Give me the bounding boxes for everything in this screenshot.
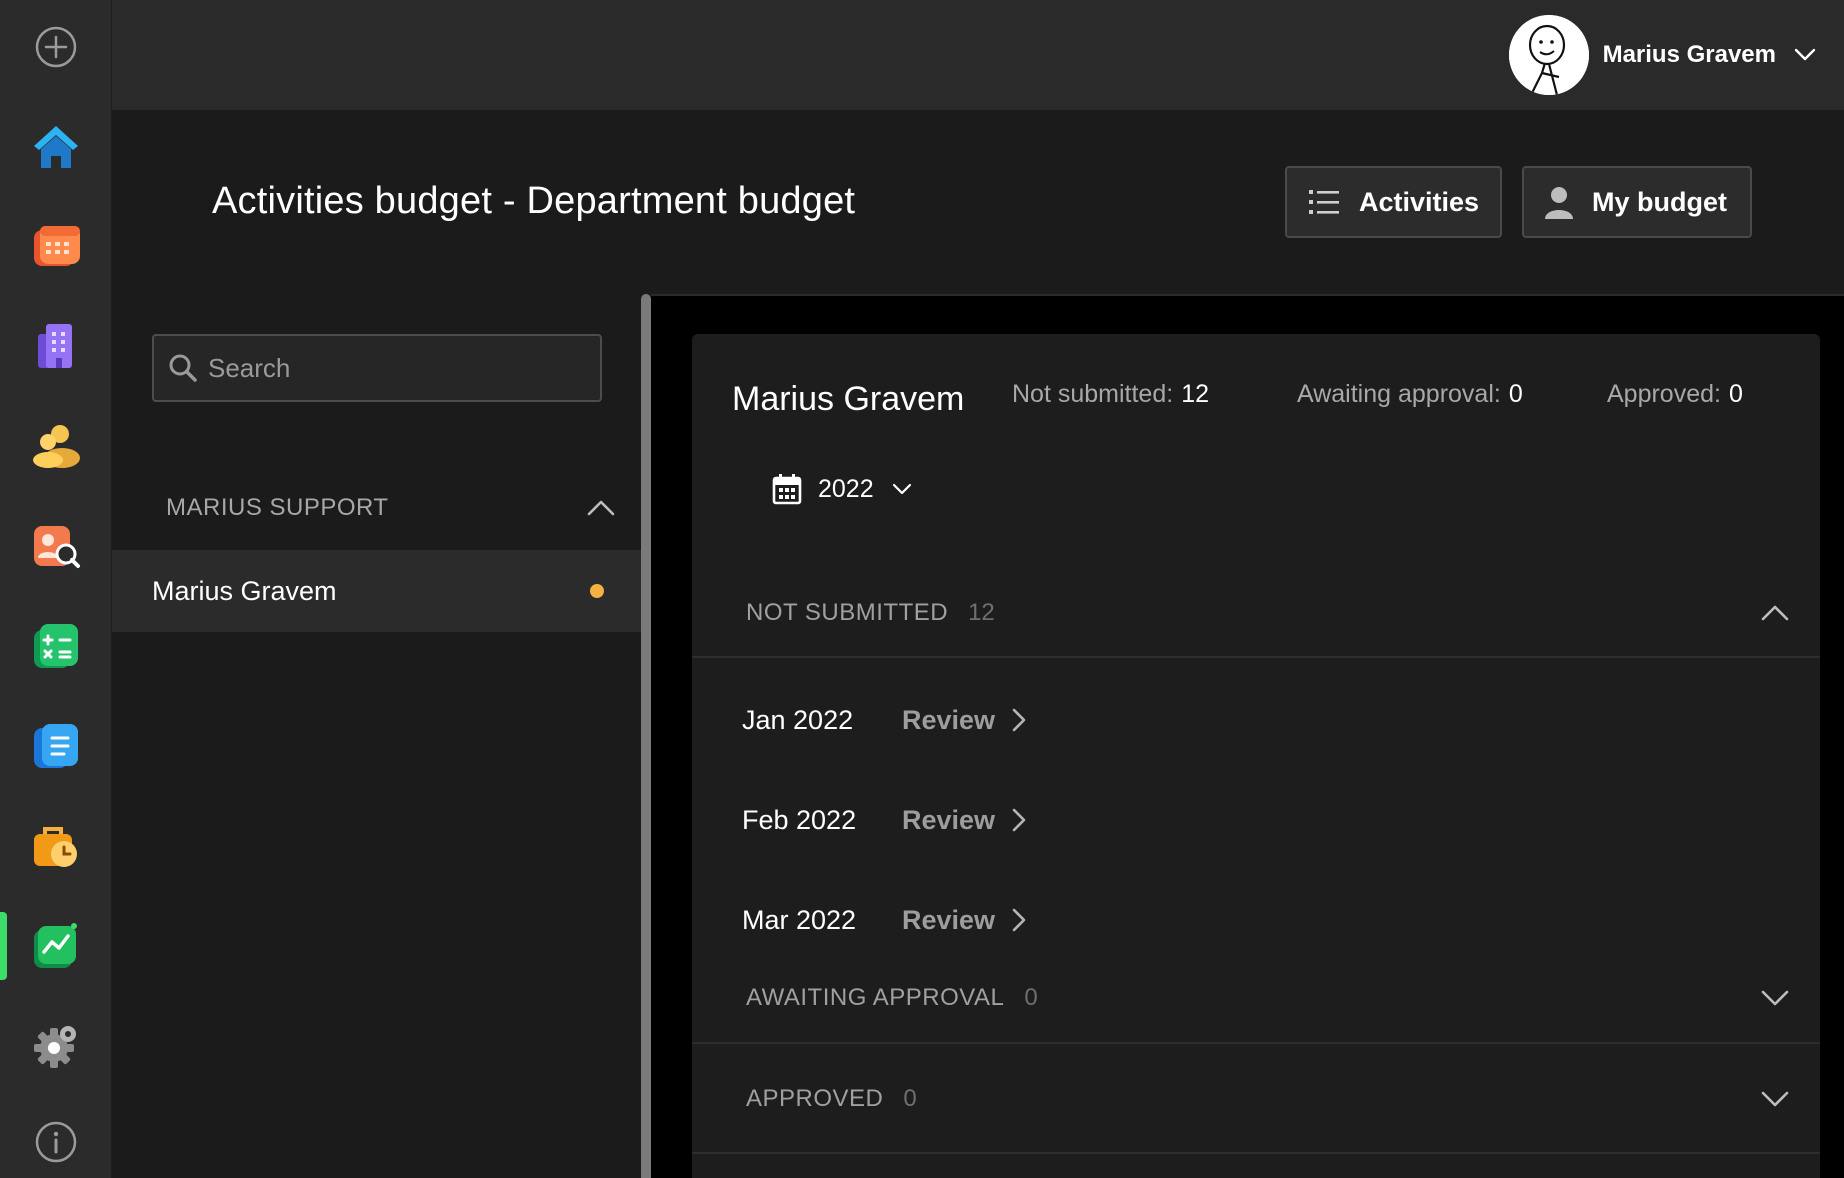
search-box[interactable] — [152, 334, 602, 402]
briefcase-clock-icon[interactable] — [26, 816, 86, 876]
chevron-down-icon — [1794, 48, 1816, 61]
calendar-icon[interactable] — [26, 216, 86, 276]
approved-section-header[interactable]: APPROVED 0 — [692, 1046, 1820, 1154]
month-row: Jan 2022 Review — [742, 690, 1027, 750]
not-submitted-value: 12 — [1181, 380, 1209, 408]
home-icon[interactable] — [26, 116, 86, 176]
person-icon — [1545, 187, 1573, 219]
avatar — [1508, 15, 1589, 95]
search-input[interactable] — [208, 352, 588, 384]
section-count: 12 — [968, 599, 995, 626]
list-icon — [1309, 190, 1339, 214]
approved-value: 0 — [1728, 380, 1743, 408]
awaiting-approval-label: Awaiting approval: — [1297, 380, 1501, 408]
page-title: Activities budget - Department budget — [212, 180, 856, 222]
approved-stat: Approved: 0 — [1607, 380, 1743, 409]
app-rail — [0, 0, 112, 1178]
approved-label: Approved: — [1607, 380, 1721, 408]
chevron-up-icon[interactable] — [586, 497, 616, 519]
chevron-right-icon — [1012, 908, 1026, 932]
group-header[interactable]: MARIUS SUPPORT — [166, 480, 616, 536]
calculator-icon[interactable] — [26, 616, 86, 676]
status-dot — [590, 584, 604, 598]
review-label: Review — [902, 904, 996, 935]
group-label: MARIUS SUPPORT — [166, 494, 389, 521]
review-label: Review — [902, 804, 996, 835]
month-row: Feb 2022 Review — [742, 790, 1027, 850]
review-link[interactable]: Review — [902, 805, 1027, 836]
chevron-up-icon[interactable] — [1760, 602, 1790, 624]
document-icon[interactable] — [26, 716, 86, 776]
review-link[interactable]: Review — [902, 705, 1027, 736]
chevron-down-icon[interactable] — [1760, 1088, 1790, 1110]
month-row: Mar 2022 Review — [742, 890, 1027, 950]
month-label: Mar 2022 — [742, 904, 857, 935]
building-icon[interactable] — [26, 316, 86, 376]
add-icon[interactable] — [26, 17, 86, 77]
awaiting-approval-stat: Awaiting approval: 0 — [1297, 380, 1523, 409]
section-count: 0 — [1024, 984, 1038, 1011]
section-count: 0 — [903, 1085, 917, 1112]
not-submitted-stat: Not submitted: 12 — [1012, 380, 1209, 409]
review-link[interactable]: Review — [902, 905, 1027, 936]
active-indicator — [0, 912, 7, 980]
user-name: Marius Gravem — [1602, 41, 1776, 68]
month-label: Jan 2022 — [742, 704, 854, 735]
member-name: Marius Gravem — [152, 575, 337, 606]
chart-icon[interactable] — [26, 916, 86, 976]
review-label: Review — [902, 704, 996, 735]
chevron-right-icon — [1012, 708, 1026, 732]
person-search-icon[interactable] — [26, 516, 86, 576]
panel-scrollbar[interactable] — [641, 294, 651, 1178]
employee-name: Marius Gravem — [732, 380, 965, 418]
year-value: 2022 — [818, 474, 874, 503]
not-submitted-section-header[interactable]: NOT SUBMITTED 12 — [692, 570, 1820, 658]
member-row[interactable]: Marius Gravem — [112, 550, 642, 632]
chevron-down-icon — [892, 483, 911, 495]
month-label: Feb 2022 — [742, 804, 857, 835]
my-budget-label: My budget — [1592, 186, 1727, 217]
user-menu[interactable]: Marius Gravem — [1508, 13, 1820, 97]
chevron-down-icon[interactable] — [1760, 987, 1790, 1009]
awaiting-approval-section-header[interactable]: AWAITING APPROVAL 0 — [692, 954, 1820, 1044]
section-title: NOT SUBMITTED — [746, 599, 949, 626]
not-submitted-label: Not submitted: — [1012, 380, 1174, 408]
search-icon — [169, 354, 197, 382]
calendar-icon — [772, 474, 802, 505]
activities-button[interactable]: Activities — [1285, 166, 1502, 238]
budget-card: Marius Gravem Not submitted: 12 Awaiting … — [692, 334, 1820, 1178]
awaiting-approval-value: 0 — [1508, 380, 1523, 408]
year-select[interactable]: 2022 — [772, 464, 914, 514]
my-budget-button[interactable]: My budget — [1522, 166, 1752, 238]
chevron-right-icon — [1012, 808, 1026, 832]
settings-icon[interactable] — [26, 1016, 86, 1076]
section-title: AWAITING APPROVAL — [746, 984, 1005, 1011]
top-bar: Marius Gravem — [112, 0, 1844, 110]
info-icon[interactable] — [26, 1112, 86, 1172]
section-title: APPROVED — [746, 1085, 884, 1112]
people-icon[interactable] — [26, 416, 86, 476]
activities-label: Activities — [1359, 186, 1480, 217]
